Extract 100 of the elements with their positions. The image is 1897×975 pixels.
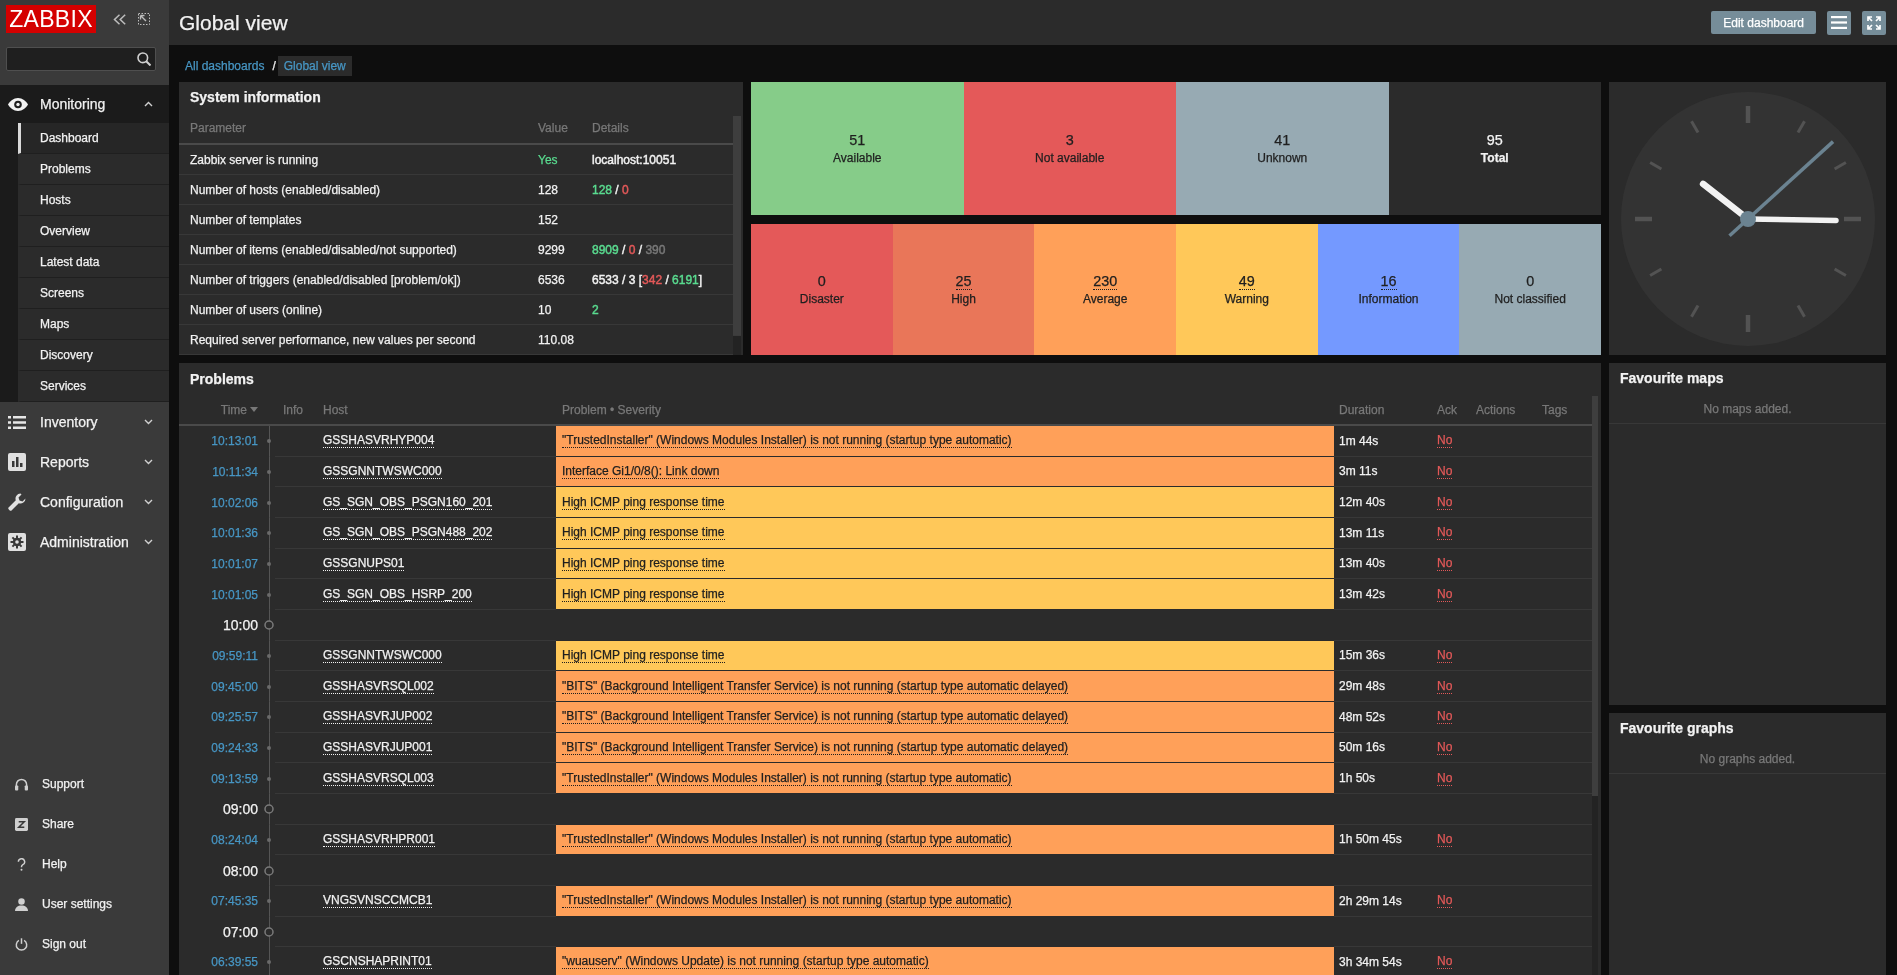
menu-section[interactable]: Configuration bbox=[0, 482, 169, 522]
time-link[interactable]: 10:01:05 bbox=[211, 587, 258, 602]
problem-link[interactable]: "TrustedInstaller" (Windows Modules Installer) is not running (startup type automatic) bbox=[562, 831, 1012, 847]
host-link[interactable]: GSSHASVRJUP001 bbox=[323, 739, 433, 755]
host-link[interactable]: GSSGNUPS01 bbox=[323, 555, 405, 571]
problem-link[interactable]: "BITS" (Background Intelligent Transfer Service) is not running (startup type automatic delayed) bbox=[562, 709, 1069, 725]
host-link[interactable]: GSSHASVRJUP002 bbox=[323, 709, 433, 725]
host-link[interactable]: GSSHASVRSQL002 bbox=[323, 678, 434, 694]
tile-count[interactable]: 3 bbox=[1065, 131, 1074, 149]
submenu-item[interactable]: Overview bbox=[18, 216, 169, 247]
severity-count[interactable]: 230 bbox=[1093, 272, 1118, 290]
problem-link[interactable]: High ICMP ping response time bbox=[562, 555, 725, 571]
submenu-item[interactable]: Dashboard bbox=[18, 123, 169, 154]
ack-link[interactable]: No bbox=[1437, 770, 1453, 786]
ack-link[interactable]: No bbox=[1437, 893, 1453, 909]
problem-link[interactable]: High ICMP ping response time bbox=[562, 586, 725, 602]
host-link[interactable]: GSSHASVRSQL003 bbox=[323, 770, 434, 786]
time-link[interactable]: 09:45:00 bbox=[211, 679, 258, 694]
severity-count[interactable]: 25 bbox=[955, 272, 972, 290]
menu-section[interactable]: Monitoring bbox=[0, 85, 169, 123]
ack-link[interactable]: No bbox=[1437, 464, 1453, 479]
host-link[interactable]: GSSHASVRHPR001 bbox=[323, 831, 436, 847]
problem-link[interactable]: High ICMP ping response time bbox=[562, 647, 725, 663]
tile-count[interactable]: 41 bbox=[1274, 131, 1291, 149]
severity-count[interactable]: 49 bbox=[1238, 272, 1255, 290]
tile-count[interactable]: 51 bbox=[849, 131, 866, 149]
time-link[interactable]: 08:24:04 bbox=[211, 832, 258, 847]
ack-link[interactable]: No bbox=[1437, 954, 1453, 970]
scrollbar[interactable] bbox=[1592, 396, 1598, 975]
ack-link[interactable]: No bbox=[1437, 433, 1453, 449]
menu-section[interactable]: Inventory bbox=[0, 402, 169, 442]
ack-link[interactable]: No bbox=[1437, 831, 1453, 847]
scrollbar[interactable] bbox=[733, 116, 741, 355]
problem-link[interactable]: High ICMP ping response time bbox=[562, 494, 725, 510]
problem-link[interactable]: "BITS" (Background Intelligent Transfer Service) is not running (startup type automatic delayed) bbox=[562, 678, 1069, 694]
submenu-item[interactable]: Latest data bbox=[18, 247, 169, 278]
submenu-item[interactable]: Services bbox=[18, 371, 169, 402]
time-link[interactable]: 09:25:57 bbox=[211, 710, 258, 725]
host-link[interactable]: GSCNSHAPRINT01 bbox=[323, 954, 432, 970]
submenu-item[interactable]: Hosts bbox=[18, 185, 169, 216]
host-link[interactable]: GS_SGN_OBS_HSRP_200 bbox=[323, 586, 472, 602]
sidebar-link[interactable]: Support bbox=[0, 764, 169, 804]
severity-label: Disaster bbox=[799, 291, 844, 307]
time-link[interactable]: 10:01:36 bbox=[211, 526, 258, 541]
problem-link[interactable]: "TrustedInstaller" (Windows Modules Installer) is not running (startup type automatic) bbox=[562, 433, 1012, 449]
menu-button[interactable] bbox=[1827, 10, 1851, 35]
duration-text: 3m 11s bbox=[1339, 464, 1378, 479]
sidebar-link[interactable]: User settings bbox=[0, 884, 169, 924]
fullscreen-button[interactable] bbox=[1862, 10, 1886, 35]
problem-link[interactable]: "TrustedInstaller" (Windows Modules Installer) is not running (startup type automatic) bbox=[562, 770, 1012, 786]
host-link[interactable]: GS_SGN_OBS_PSGN160_201 bbox=[323, 494, 493, 510]
ack-link[interactable]: No bbox=[1437, 678, 1453, 694]
host-link[interactable]: GSSGNNTWSWC000 bbox=[323, 464, 442, 479]
time-link[interactable]: 06:39:55 bbox=[211, 955, 258, 970]
duration-text: 1h 50s bbox=[1339, 771, 1376, 786]
logo[interactable]: ZABBIX bbox=[6, 5, 96, 33]
search-icon[interactable] bbox=[137, 52, 151, 66]
timeline-dot-icon bbox=[267, 561, 271, 566]
submenu-item[interactable]: Problems bbox=[18, 154, 169, 185]
timeline-ring-icon bbox=[264, 865, 274, 876]
submenu-item[interactable]: Maps bbox=[18, 309, 169, 340]
submenu-item[interactable]: Screens bbox=[18, 278, 169, 309]
breadcrumb-link[interactable]: All dashboards bbox=[179, 56, 271, 76]
ack-link[interactable]: No bbox=[1437, 739, 1453, 755]
host-link[interactable]: GSSHASVRHYP004 bbox=[323, 433, 435, 449]
problem-link[interactable]: "TrustedInstaller" (Windows Modules Installer) is not running (startup type automatic) bbox=[562, 893, 1012, 909]
time-link[interactable]: 09:24:33 bbox=[211, 740, 258, 755]
time-link[interactable]: 09:59:11 bbox=[212, 648, 258, 663]
search-field[interactable] bbox=[6, 47, 156, 71]
problem-link[interactable]: High ICMP ping response time bbox=[562, 525, 725, 541]
ack-link[interactable]: No bbox=[1437, 494, 1453, 510]
time-link[interactable]: 10:02:06 bbox=[211, 495, 258, 510]
problem-link[interactable]: "wuauserv" (Windows Update) is not running (startup type automatic) bbox=[562, 954, 929, 970]
severity-count[interactable]: 16 bbox=[1380, 272, 1397, 290]
time-link[interactable]: 10:01:07 bbox=[211, 556, 258, 571]
corner-arrow-icon[interactable] bbox=[138, 13, 150, 25]
time-link[interactable]: 10:11:34 bbox=[212, 465, 258, 479]
timeline-dot-icon bbox=[267, 960, 271, 965]
sidebar-link[interactable]: Share bbox=[0, 804, 169, 844]
ack-link[interactable]: No bbox=[1437, 555, 1453, 571]
menu-section[interactable]: Reports bbox=[0, 442, 169, 482]
breadcrumb-link[interactable]: Global view bbox=[277, 56, 352, 76]
double-chevron-left-icon[interactable] bbox=[113, 13, 126, 25]
problem-link[interactable]: "BITS" (Background Intelligent Transfer Service) is not running (startup type automatic delayed) bbox=[562, 739, 1069, 755]
submenu-item[interactable]: Discovery bbox=[18, 340, 169, 371]
ack-link[interactable]: No bbox=[1437, 586, 1453, 602]
host-link[interactable]: GS_SGN_OBS_PSGN488_202 bbox=[323, 525, 493, 541]
host-link[interactable]: GSSGNNTWSWC000 bbox=[323, 647, 442, 663]
ack-link[interactable]: No bbox=[1437, 647, 1453, 663]
host-link[interactable]: VNGSVNSCCMCB1 bbox=[323, 893, 433, 909]
ack-link[interactable]: No bbox=[1437, 525, 1453, 541]
ack-link[interactable]: No bbox=[1437, 709, 1453, 725]
sidebar-link[interactable]: Sign out bbox=[0, 924, 169, 964]
time-link[interactable]: 09:13:59 bbox=[211, 771, 258, 786]
time-link[interactable]: 10:13:01 bbox=[211, 434, 258, 449]
menu-section[interactable]: Administration bbox=[0, 522, 169, 562]
sidebar-link[interactable]: Help bbox=[0, 844, 169, 884]
problem-link[interactable]: Interface Gi1/0/8(): Link down bbox=[562, 464, 720, 479]
column-header: Tags bbox=[1542, 402, 1568, 417]
time-link[interactable]: 07:45:35 bbox=[211, 894, 258, 909]
